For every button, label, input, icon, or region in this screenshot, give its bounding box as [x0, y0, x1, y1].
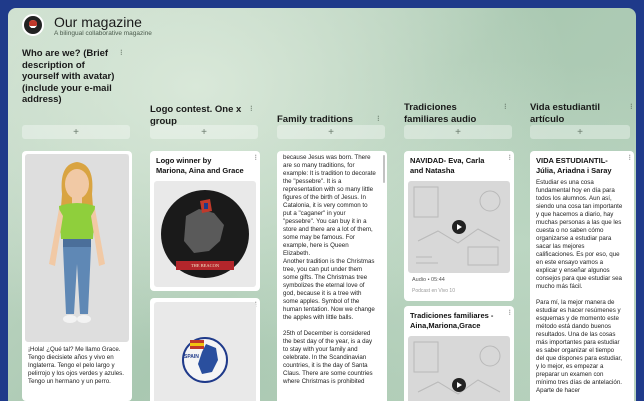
vertical-dots-icon[interactable]: ⁝ — [508, 309, 511, 317]
card-paragraph: Para mí, la mejor manera de estudiar es … — [536, 299, 622, 394]
card-title: NAVIDAD- Eva, Carla and Natasha — [410, 156, 485, 175]
vertical-dots-icon[interactable]: ⁝ — [250, 104, 253, 113]
vertical-dots-icon[interactable]: ⁝ — [120, 48, 123, 57]
board-subtitle: A bilingual collaborative magazine — [54, 30, 152, 37]
logo-caption: THE BEACON — [190, 263, 220, 268]
card-family-traditions[interactable]: because Jesus was born. There are so man… — [277, 151, 387, 401]
add-post-button[interactable]: + — [150, 125, 258, 139]
vertical-dots-icon[interactable]: ⁝ — [254, 154, 257, 162]
vertical-dots-icon[interactable]: ⁝ — [508, 154, 511, 162]
audio-player[interactable] — [408, 181, 510, 273]
audio-source: Podcast en Vivo 10 — [412, 288, 455, 294]
add-post-button[interactable]: + — [530, 125, 630, 139]
card-paragraph: 25th of December is considered the best … — [283, 330, 373, 385]
audio-label: Audio • 05:44 — [412, 277, 445, 283]
scrollbar[interactable] — [383, 155, 385, 183]
play-icon[interactable] — [452, 378, 466, 392]
board-header: Our magazine A bilingual collaborative m… — [8, 8, 636, 44]
card-grace-intro[interactable]: ⁝ ¡Hola! ¿Qué tal? Me llamo Grace. Tengo… — [22, 151, 132, 401]
card-title: VIDA ESTUDIANTIL- Júlia, Ariadna i Saray — [536, 156, 612, 175]
card-paragraph: because Jesus was born. There are so man… — [283, 154, 376, 257]
board: Our magazine A bilingual collaborative m… — [8, 8, 636, 401]
card-vida-estudiantil[interactable]: ⁝ VIDA ESTUDIANTIL- Júlia, Ariadna i Sar… — [530, 151, 634, 401]
audio-player[interactable] — [408, 336, 510, 401]
vertical-dots-icon[interactable]: ⁝ — [377, 114, 380, 123]
avatar-image — [25, 154, 129, 342]
logo-caption: SPAIN — [184, 354, 199, 360]
play-icon[interactable] — [452, 220, 466, 234]
card-logo-winner[interactable]: ⁝ Logo winner by Mariona, Aina and Grace… — [150, 151, 260, 291]
card-tradiciones-audio[interactable]: ⁝ Tradiciones familiares - Aina,Mariona,… — [404, 306, 514, 401]
card-text: ¡Hola! ¿Qué tal? Me llamo Grace. Tengo d… — [28, 346, 124, 385]
card-logo-second[interactable]: ⁝ SPAIN — [150, 298, 260, 401]
vertical-dots-icon[interactable]: ⁝ — [628, 154, 631, 162]
add-post-button[interactable]: + — [22, 125, 130, 139]
card-title: Tradiciones familiares - Aina,Mariona,Gr… — [410, 311, 494, 330]
logo-image: SPAIN — [154, 302, 256, 401]
card-paragraph: Another tradition is the Christmas tree,… — [283, 258, 375, 321]
column-title: Family traditions — [277, 114, 354, 125]
card-navidad-audio[interactable]: ⁝ NAVIDAD- Eva, Carla and Natasha Audio … — [404, 151, 514, 301]
card-paragraph: Estudiar es una cosa fundamental hoy en … — [536, 179, 623, 290]
add-post-button[interactable]: + — [277, 125, 385, 139]
add-post-button[interactable]: + — [404, 125, 512, 139]
logo-image: THE BEACON — [154, 181, 256, 287]
column-title: Who are we? (Brief description of yourse… — [22, 48, 115, 105]
vertical-dots-icon[interactable]: ⁝ — [630, 102, 633, 111]
column-title: Tradiciones familiares audio — [404, 102, 477, 125]
board-title: Our magazine — [54, 14, 142, 30]
column-title: Vida estudiantil artículo — [530, 102, 601, 125]
column-title: Logo contest. One x group — [150, 104, 242, 127]
vertical-dots-icon[interactable]: ⁝ — [504, 102, 507, 111]
card-title: Logo winner by Mariona, Aina and Grace — [156, 156, 244, 175]
board-avatar[interactable] — [22, 14, 44, 36]
